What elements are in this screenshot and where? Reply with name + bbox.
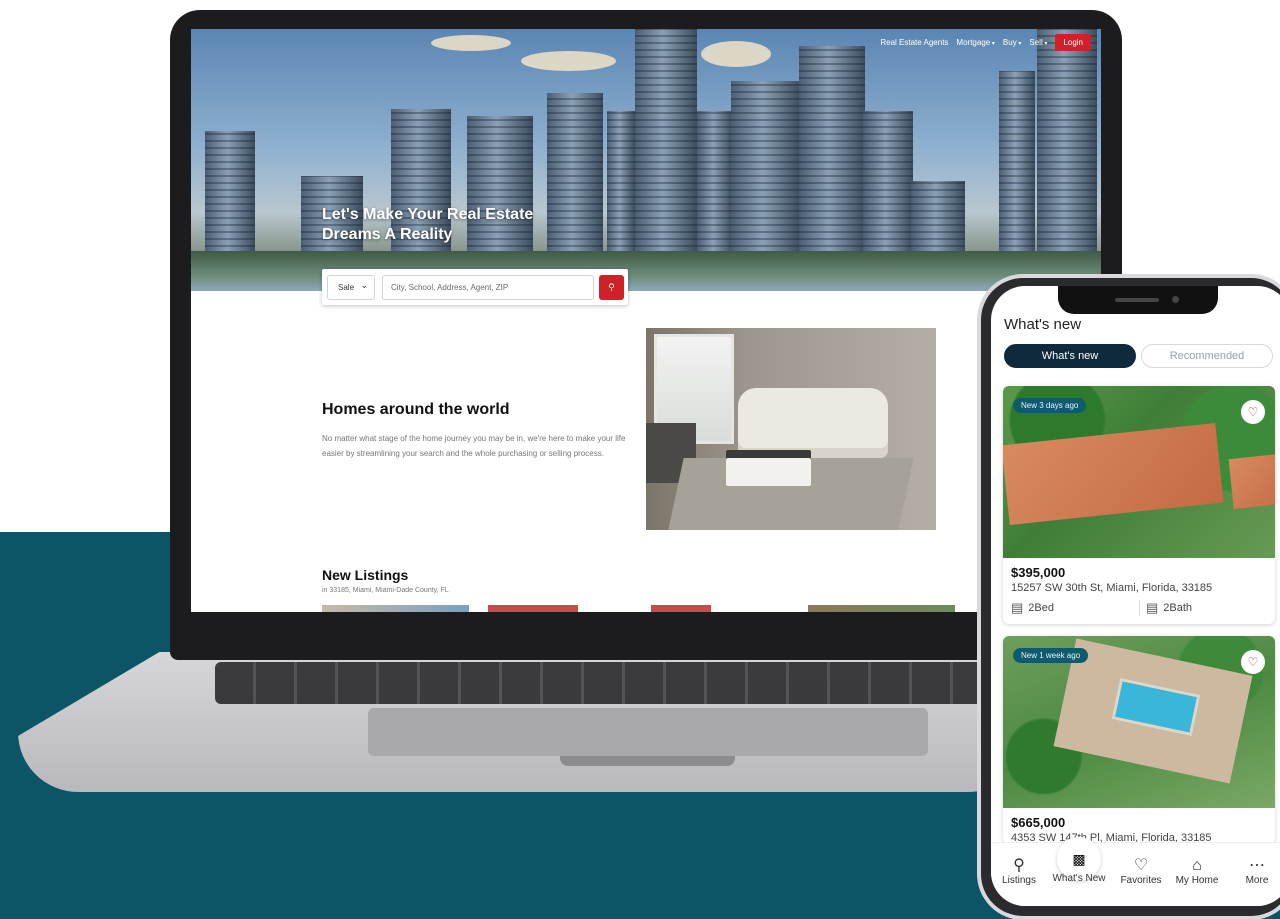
favorite-heart-icon[interactable]: ♡ — [1241, 650, 1265, 674]
listing-address: 15257 SW 30th St, Miami, Florida, 33185 — [1011, 582, 1213, 594]
listing-price: $665,000 — [1011, 815, 1066, 830]
tab-listings[interactable]: ⚲ Listings — [991, 857, 1049, 886]
nav-real-estate-agents[interactable]: Real Estate Agents — [880, 38, 948, 47]
new-listing-badge: New 1 week ago — [1013, 648, 1089, 663]
more-icon: ⋯ — [1249, 857, 1265, 874]
nav-sell[interactable]: Sell — [1029, 38, 1047, 47]
skyline-building — [697, 111, 733, 261]
cloud — [521, 51, 616, 71]
tab-more-label: More — [1245, 875, 1269, 886]
front-camera — [1172, 296, 1179, 303]
skyline-building — [205, 131, 255, 261]
room-coffee-table — [726, 450, 811, 486]
tab-whats-new-nav[interactable]: What's New — [1049, 873, 1109, 884]
bath-icon: ▤ — [1146, 600, 1159, 615]
bed-icon: ▤ — [1011, 600, 1024, 615]
tab-more[interactable]: ⋯ More — [1227, 857, 1280, 886]
skyline-building — [911, 181, 965, 261]
top-nav: Real Estate Agents Mortgage Buy Sell Log… — [880, 34, 1091, 51]
phone-notch — [1058, 286, 1218, 314]
listing-card[interactable]: New 1 week ago ♡ $665,000 4353 SW 147th … — [1003, 636, 1275, 844]
listing-thumbnail[interactable] — [322, 605, 469, 612]
laptop-trackpad — [368, 708, 928, 756]
new-listings-title: New Listings — [322, 567, 409, 583]
skyline-building — [607, 111, 635, 261]
skyline-building — [999, 71, 1035, 261]
laptop-screen: Real Estate Agents Mortgage Buy Sell Log… — [191, 29, 1101, 612]
listing-photo: New 3 days ago ♡ — [1003, 386, 1275, 558]
tab-listings-label: Listings — [1002, 875, 1036, 886]
listing-photo: New 1 week ago ♡ — [1003, 636, 1275, 808]
app-page-title: What's new — [1004, 316, 1082, 333]
favorite-heart-icon[interactable]: ♡ — [1241, 400, 1265, 424]
cloud — [701, 41, 771, 67]
listing-thumbnail[interactable] — [808, 605, 955, 612]
skyline-building — [1037, 29, 1097, 261]
house-roof — [1003, 422, 1224, 526]
bath-label: 2Bath — [1163, 602, 1193, 614]
phone-screen: What's new What's new Recommended New 3 … — [991, 286, 1280, 906]
cloud — [431, 35, 511, 51]
hero-title: Let's Make Your Real Estate Dreams A Rea… — [322, 206, 534, 243]
search-input[interactable]: City, School, Address, Agent, ZIP — [382, 275, 594, 300]
laptop-keyboard — [215, 662, 1005, 704]
tab-my-home-label: My Home — [1175, 875, 1219, 886]
search-icon: ⚲ — [608, 282, 615, 292]
listing-thumbnail[interactable] — [488, 605, 578, 612]
house-roof — [1228, 453, 1275, 509]
bath-count: ▤ 2Bath — [1139, 600, 1267, 616]
listing-thumbnail[interactable] — [651, 605, 711, 612]
skyline-building — [863, 111, 913, 261]
nav-mortgage[interactable]: Mortgage — [956, 38, 994, 47]
hero-banner: Real Estate Agents Mortgage Buy Sell Log… — [191, 29, 1101, 291]
tab-favorites-label: Favorites — [1120, 875, 1162, 886]
listing-card[interactable]: New 3 days ago ♡ $395,000 15257 SW 30th … — [1003, 386, 1275, 624]
skyline-building — [731, 81, 801, 261]
nav-buy[interactable]: Buy — [1003, 38, 1021, 47]
listing-price: $395,000 — [1011, 565, 1066, 580]
speaker-grille — [1115, 298, 1159, 302]
login-button[interactable]: Login — [1055, 34, 1091, 51]
tab-whats-new[interactable]: What's new — [1004, 344, 1136, 368]
homes-section-title: Homes around the world — [322, 401, 510, 418]
new-listing-badge: New 3 days ago — [1013, 398, 1087, 413]
home-icon: ⌂ — [1192, 857, 1202, 874]
laptop-hinge-notch — [560, 756, 735, 766]
tab-whats-new-label: What's New — [1052, 873, 1106, 884]
bed-count: ▤ 2Bed — [1011, 600, 1139, 616]
skyline-building — [635, 29, 697, 261]
listing-features: ▤ 2Bed ▤ 2Bath — [1003, 594, 1275, 624]
heart-icon: ♡ — [1133, 857, 1149, 874]
listing-type-select[interactable]: Sale — [327, 275, 375, 300]
search-button[interactable]: ⚲ — [599, 275, 624, 300]
homes-section-description: No matter what stage of the home journey… — [322, 434, 626, 458]
living-room-photo — [646, 328, 936, 530]
promo-stage: Real Estate Agents Mortgage Buy Sell Log… — [0, 0, 1280, 919]
tab-my-home[interactable]: ⌂ My Home — [1167, 857, 1227, 886]
tab-recommended[interactable]: Recommended — [1141, 344, 1273, 368]
room-sofa — [738, 388, 888, 458]
bed-label: 2Bed — [1028, 602, 1054, 614]
search-bar: Sale City, School, Address, Agent, ZIP ⚲ — [322, 269, 628, 305]
search-pin-icon: ⚲ — [1013, 857, 1025, 874]
tab-favorites[interactable]: ♡ Favorites — [1111, 857, 1171, 886]
bottom-tab-bar: ⚲ Listings ▩ What's New ♡ Favorites ⌂ My… — [991, 837, 1280, 906]
skyline-building — [799, 46, 865, 261]
new-listings-subtitle: in 33185, Miami, Miami-Dade County, FL — [322, 587, 449, 594]
